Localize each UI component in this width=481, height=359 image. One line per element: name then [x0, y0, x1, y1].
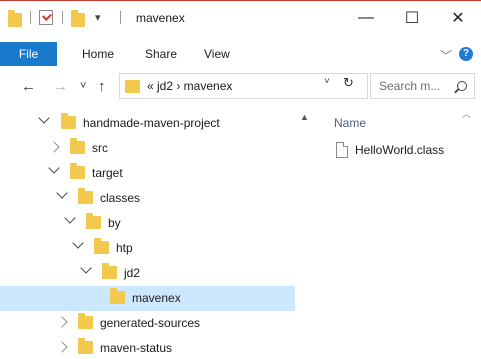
- file-name: HelloWorld.class: [355, 143, 445, 157]
- chevron-right-icon[interactable]: [48, 141, 60, 153]
- properties-icon[interactable]: [39, 10, 53, 25]
- folder-icon: [94, 238, 109, 254]
- folder-icon: [78, 188, 93, 204]
- folder-icon: [8, 10, 22, 27]
- chevron-right-icon[interactable]: [56, 316, 68, 328]
- up-button[interactable]: ↑: [98, 78, 106, 95]
- tree-item-jd2[interactable]: jd2: [0, 261, 295, 286]
- file-icon: [336, 142, 348, 158]
- ribbon-tabs: File Home Share View ﹀ ?: [0, 42, 481, 66]
- folder-icon: [86, 213, 101, 229]
- column-header-name[interactable]: Name: [334, 116, 366, 130]
- refresh-button[interactable]: ↻: [343, 75, 354, 91]
- tab-view[interactable]: View: [204, 42, 230, 66]
- tree-item-label: maven-status: [100, 341, 173, 355]
- tree-item-classes[interactable]: classes: [0, 186, 295, 211]
- chevron-down-icon[interactable]: [64, 212, 76, 224]
- folder-icon: [70, 138, 85, 154]
- separator: [120, 11, 121, 24]
- chevron-down-icon[interactable]: [72, 237, 84, 249]
- tree-item-src[interactable]: src: [0, 136, 295, 161]
- chevron-down-icon[interactable]: [56, 187, 68, 199]
- tab-home[interactable]: Home: [82, 42, 114, 66]
- search-placeholder: Search m...: [379, 79, 441, 93]
- maximize-button[interactable]: ☐: [389, 3, 435, 32]
- separator: [30, 11, 31, 24]
- search-input[interactable]: Search m...: [370, 73, 475, 99]
- tree-item-label: src: [92, 141, 108, 155]
- folder-icon: [61, 113, 76, 129]
- quick-access-dropdown-icon[interactable]: ▾: [95, 11, 101, 24]
- window-title: mavenex: [136, 11, 185, 25]
- close-button[interactable]: ✕: [435, 3, 481, 32]
- tree-item-label: jd2: [124, 266, 141, 280]
- tree-item-label: target: [92, 166, 123, 180]
- folder-icon: [110, 288, 125, 304]
- tree-item-label: by: [108, 216, 121, 230]
- folder-icon: [102, 263, 117, 279]
- minimize-button[interactable]: —: [343, 3, 389, 32]
- chevron-down-icon[interactable]: [80, 262, 92, 274]
- tree-item-label: mavenex: [132, 291, 181, 305]
- tree-item-handmade-maven-project[interactable]: handmade-maven-project: [0, 111, 295, 136]
- folder-icon: [125, 80, 140, 93]
- folder-icon: [78, 313, 93, 329]
- title-bar: ▾ mavenex — ☐ ✕: [0, 2, 481, 32]
- chevron-down-icon[interactable]: [38, 112, 50, 124]
- tree-item-mavenex[interactable]: mavenex: [0, 286, 295, 311]
- tree-item-label: classes: [100, 191, 141, 205]
- navigation-pane: handmade-maven-project src target classe…: [0, 106, 318, 359]
- search-icon[interactable]: [457, 81, 467, 91]
- folder-icon: [78, 338, 93, 354]
- address-dropdown-button[interactable]: ˅: [324, 76, 330, 87]
- file-item[interactable]: HelloWorld.class: [336, 140, 476, 162]
- separator: [62, 11, 63, 24]
- tree-item-by[interactable]: by: [0, 211, 295, 236]
- expand-ribbon-icon[interactable]: ﹀: [440, 47, 452, 64]
- recent-locations-button[interactable]: ˅: [80, 80, 86, 92]
- tree-item-label: handmade-maven-project: [83, 116, 220, 130]
- folder-icon: [70, 163, 85, 179]
- tab-file[interactable]: File: [0, 42, 57, 66]
- chevron-down-icon[interactable]: [48, 162, 60, 174]
- scroll-up-arrow-icon[interactable]: ▲: [300, 112, 309, 122]
- tree-item-label: generated-sources: [100, 316, 201, 330]
- sort-indicator-icon: ︿: [462, 109, 472, 119]
- chevron-right-icon[interactable]: [56, 341, 68, 353]
- tree-item-label: htp: [116, 241, 133, 255]
- tree-item-generated-sources[interactable]: generated-sources: [0, 311, 295, 336]
- tree-item-htp[interactable]: htp: [0, 236, 295, 261]
- forward-button[interactable]: →: [53, 78, 68, 95]
- new-folder-icon[interactable]: [71, 10, 85, 27]
- tab-share[interactable]: Share: [145, 42, 177, 66]
- help-icon[interactable]: ?: [459, 47, 473, 61]
- back-button[interactable]: ←: [21, 78, 36, 95]
- tree-item-target[interactable]: target: [0, 161, 295, 186]
- address-bar[interactable]: « jd2 › mavenex: [119, 73, 368, 99]
- explorer-window: ▾ mavenex — ☐ ✕ File Home Share View ﹀ ?…: [0, 0, 481, 359]
- tree-item-maven-status[interactable]: maven-status: [0, 336, 295, 359]
- address-path[interactable]: « jd2 › mavenex: [147, 79, 232, 93]
